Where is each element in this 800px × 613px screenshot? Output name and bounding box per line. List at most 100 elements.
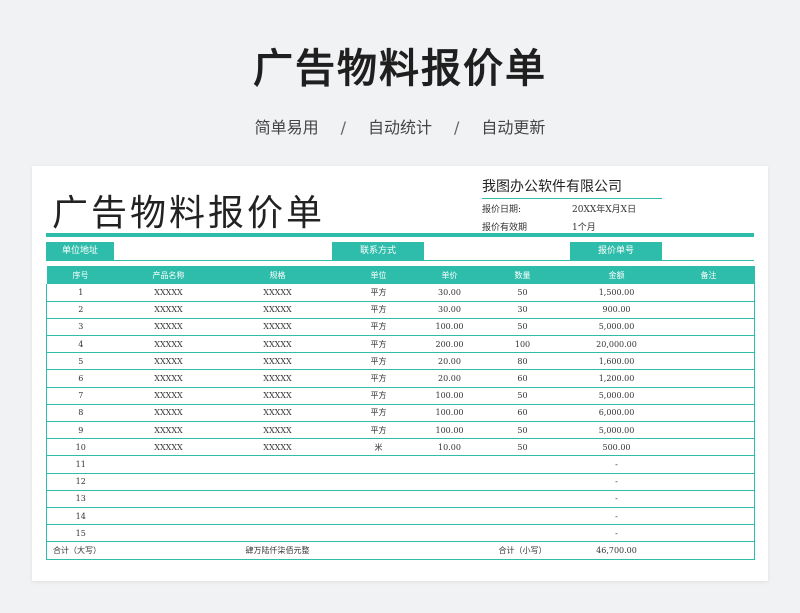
table-cell [424, 455, 475, 474]
table-cell: 1,600.00 [570, 352, 663, 371]
total-upper-label: 合计（大写） [46, 541, 115, 560]
table-cell: 60 [474, 369, 571, 388]
quote-number-label: 报价单号 [570, 242, 662, 260]
table-row: 12 - [46, 473, 755, 491]
table-cell: 平方 [332, 421, 425, 440]
tag-simple: 简单易用 [254, 118, 319, 137]
contact-label: 联系方式 [332, 242, 424, 260]
accent-divider [46, 233, 754, 237]
table-cell [222, 490, 333, 508]
table-row: 8 XXXXX XXXXX 平方 100.00 60 6,000.00 [46, 404, 755, 423]
table-cell: XXXXX [114, 318, 223, 337]
table-cell: 50 [474, 438, 571, 457]
info-row: 单位地址 联系方式 报价单号 [46, 242, 754, 261]
table-cell [332, 473, 425, 491]
table-cell [662, 507, 755, 526]
quote-date-label: 报价日期: [482, 205, 522, 215]
table-cell: 15 [46, 524, 115, 543]
table-cell [222, 473, 333, 491]
document-title: 广告物料报价单 [52, 193, 326, 234]
tag-auto-update: 自动更新 [481, 118, 546, 137]
table-cell [114, 473, 223, 491]
table-row: 7 XXXXX XXXXX 平方 100.00 50 5,000.00 [46, 387, 755, 405]
table-cell: 1,500.00 [570, 284, 663, 302]
table-cell [662, 387, 755, 405]
table-cell: 9 [46, 421, 115, 440]
table-cell [222, 524, 333, 543]
table-cell: - [570, 473, 663, 491]
table-cell [662, 421, 755, 440]
table-row: 6 XXXXX XXXXX 平方 20.00 60 1,200.00 [46, 369, 755, 388]
table-cell: 米 [332, 438, 425, 457]
address-label: 单位地址 [46, 242, 114, 260]
table-cell: XXXXX [222, 421, 333, 440]
table-cell [222, 507, 333, 526]
table-cell: 30.00 [424, 284, 475, 302]
table-cell [424, 473, 475, 491]
table-cell: 12 [46, 473, 115, 491]
table-cell: XXXXX [222, 284, 333, 302]
table-row: 3 XXXXX XXXXX 平方 100.00 50 5,000.00 [46, 318, 755, 337]
table-cell: 50 [474, 421, 571, 440]
col-header: 规格 [222, 266, 333, 284]
table-cell: - [570, 455, 663, 474]
table-cell: 30.00 [424, 301, 475, 319]
col-header: 备注 [662, 266, 755, 284]
quote-table: 序号 产品名称 规格 单位 单价 数量 金额 备注 1 XXXXX XXXXX 平方 3… [46, 266, 755, 560]
table-cell [114, 524, 223, 543]
table-cell: 平方 [332, 335, 425, 354]
table-cell: 平方 [332, 387, 425, 405]
table-row: 10 XXXXX XXXXX 米 10.00 50 500.00 [46, 438, 755, 457]
table-cell: 5,000.00 [570, 421, 663, 440]
total-upper-value: 肆万陆仟柒佰元整 [222, 541, 333, 560]
table-cell: - [570, 507, 663, 526]
table-cell: 80 [474, 352, 571, 371]
table-cell: XXXXX [114, 301, 223, 319]
table-cell [424, 507, 475, 526]
table-row: 1 XXXXX XXXXX 平方 30.00 50 1,500.00 [46, 284, 755, 302]
table-cell [332, 490, 425, 508]
table-cell: 5,000.00 [570, 318, 663, 337]
table-cell: XXXXX [222, 301, 333, 319]
table-cell [662, 473, 755, 491]
table-row: 14 - [46, 507, 755, 526]
table-cell [662, 335, 755, 354]
table-cell: XXXXX [222, 369, 333, 388]
table-row: 9 XXXXX XXXXX 平方 100.00 50 5,000.00 [46, 421, 755, 440]
table-cell: 13 [46, 490, 115, 508]
table-cell [662, 301, 755, 319]
tag-separator: / [454, 118, 460, 137]
table-row: 5 XXXXX XXXXX 平方 20.00 80 1,600.00 [46, 352, 755, 371]
table-cell: 7 [46, 387, 115, 405]
table-cell: XXXXX [114, 335, 223, 354]
table-cell: 100.00 [424, 404, 475, 423]
table-cell [662, 455, 755, 474]
quote-date-value: 20XX年X月X日 [572, 205, 637, 215]
table-cell: 1,200.00 [570, 369, 663, 388]
validity-label: 报价有效期 [482, 223, 528, 233]
table-cell: 100.00 [424, 387, 475, 405]
table-cell: XXXXX [222, 335, 333, 354]
table-cell: 100 [474, 335, 571, 354]
table-cell: XXXXX [222, 318, 333, 337]
col-header: 产品名称 [114, 266, 223, 284]
table-cell [474, 455, 571, 474]
hero-tagline: 简单易用 / 自动统计 / 自动更新 [0, 114, 800, 138]
col-header: 数量 [474, 266, 571, 284]
table-cell: 200.00 [424, 335, 475, 354]
table-cell: 平方 [332, 404, 425, 423]
table-cell: 6,000.00 [570, 404, 663, 423]
quote-sheet: 广告物料报价单 我图办公软件有限公司 报价日期: 20XX年X月X日 报价有效期… [32, 166, 768, 581]
table-cell: XXXXX [222, 438, 333, 457]
table-row: 11 - [46, 455, 755, 474]
table-cell: XXXXX [114, 387, 223, 405]
table-cell [114, 490, 223, 508]
table-cell: XXXXX [222, 404, 333, 423]
total-lower-value: 46,700.00 [570, 541, 663, 560]
table-cell [474, 490, 571, 508]
table-cell [332, 455, 425, 474]
table-cell [662, 352, 755, 371]
table-cell: XXXXX [114, 369, 223, 388]
company-name: 我图办公软件有限公司 [482, 176, 662, 199]
table-cell: - [570, 490, 663, 508]
